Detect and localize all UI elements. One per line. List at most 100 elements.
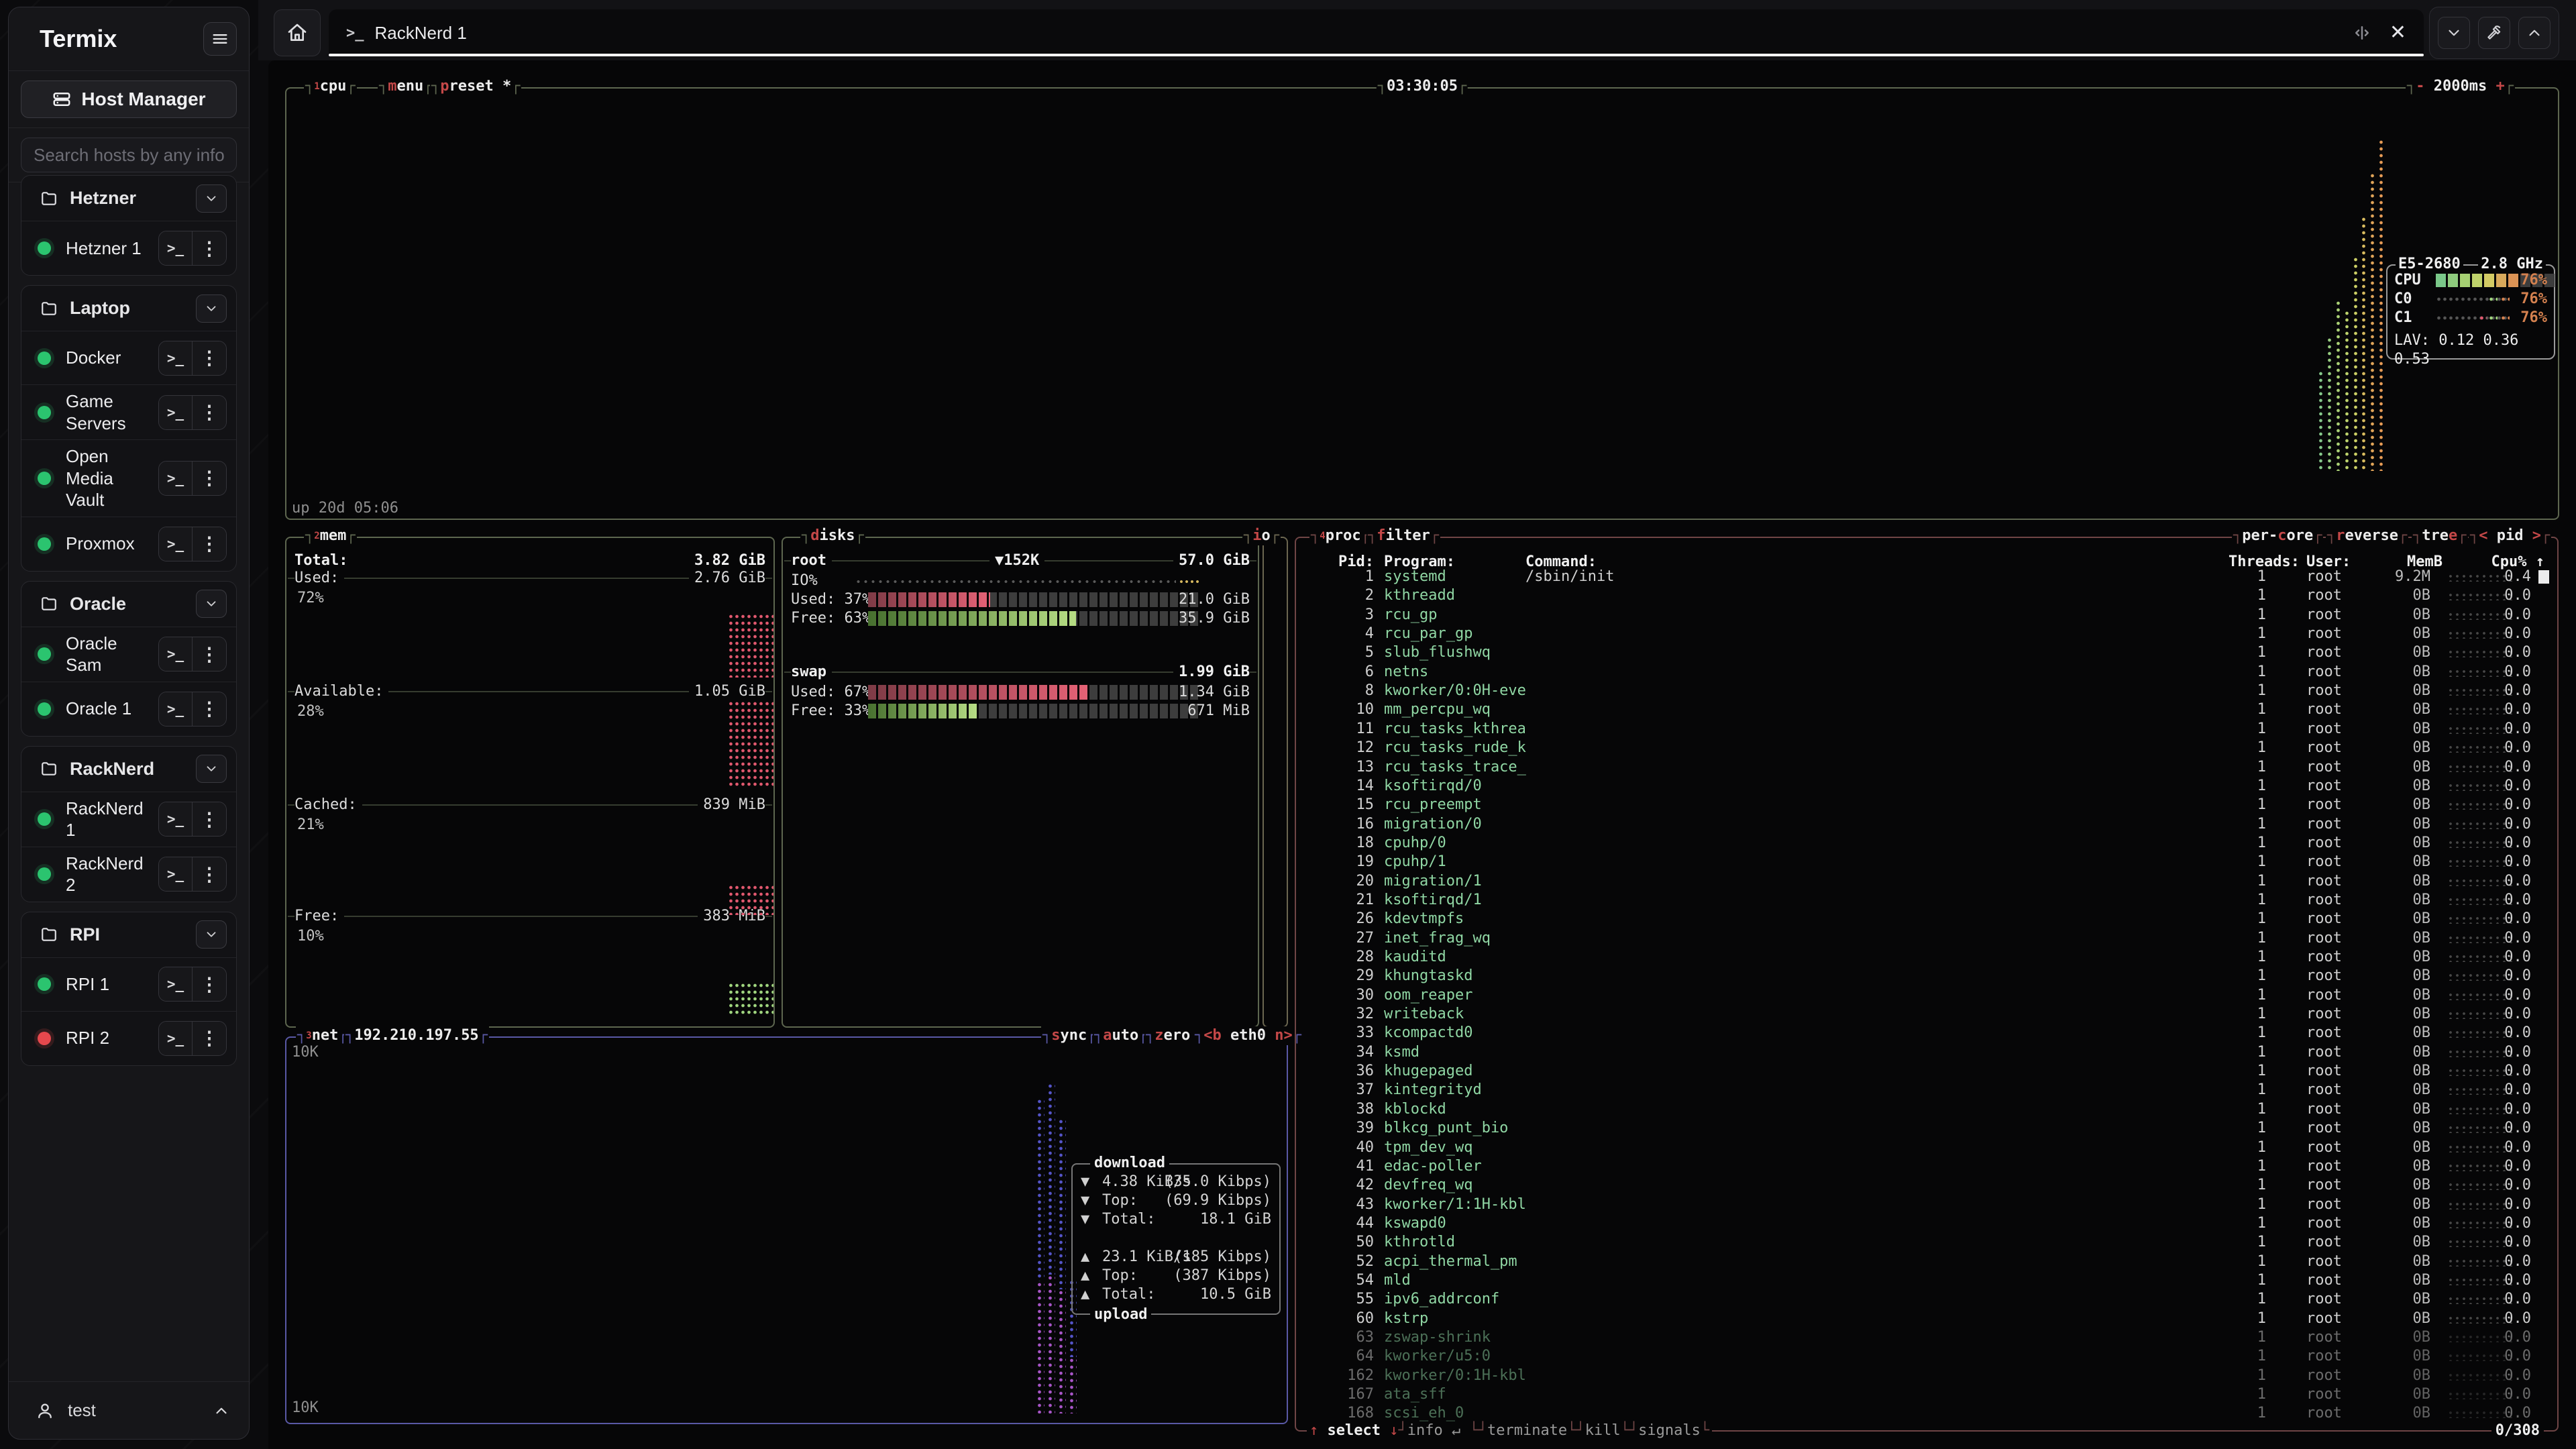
tools-button[interactable] (2478, 17, 2510, 49)
open-terminal-button[interactable]: >_ (159, 396, 193, 429)
process-row[interactable]: 29khungtaskd1root0B0.0 (1307, 967, 2546, 985)
kill-hint[interactable]: kill (1585, 1422, 1621, 1439)
open-terminal-button[interactable]: >_ (159, 527, 193, 561)
host-item-docker[interactable]: Docker>_⋮ (21, 331, 236, 385)
info-hint[interactable]: info (1407, 1422, 1443, 1439)
process-row[interactable]: 162kworker/0:1H-kbl1root0B0.0 (1307, 1366, 2546, 1385)
open-terminal-button[interactable]: >_ (159, 231, 193, 265)
host-item-rpi-1[interactable]: RPI 1>_⋮ (21, 958, 236, 1012)
host-item-racknerd-1[interactable]: RackNerd 1>_⋮ (21, 792, 236, 847)
host-options-button[interactable]: ⋮ (193, 967, 226, 1001)
process-row[interactable]: 54mld1root0B0.0 (1307, 1271, 2546, 1290)
process-row[interactable]: 28kauditd1root0B0.0 (1307, 948, 2546, 967)
process-row[interactable]: 39blkcg_punt_bio1root0B0.0 (1307, 1119, 2546, 1138)
group-collapse-button[interactable] (196, 184, 227, 213)
host-item-racknerd-2[interactable]: RackNerd 2>_⋮ (21, 847, 236, 902)
host-options-button[interactable]: ⋮ (193, 231, 226, 265)
process-row[interactable]: 15rcu_preempt1root0B0.0 (1307, 796, 2546, 814)
host-options-button[interactable]: ⋮ (193, 527, 226, 561)
process-row[interactable]: 36khugepaged1root0B0.0 (1307, 1062, 2546, 1081)
process-row[interactable]: 12rcu_tasks_rude_k1root0B0.0 (1307, 739, 2546, 757)
host-item-hetzner-1[interactable]: Hetzner 1>_⋮ (21, 221, 236, 275)
process-row[interactable]: 5slub_flushwq1root0B0.0 (1307, 643, 2546, 662)
open-terminal-button[interactable]: >_ (159, 341, 193, 375)
group-collapse-button[interactable] (196, 920, 227, 949)
group-collapse-button[interactable] (196, 294, 227, 323)
process-row[interactable]: 64kworker/u5:01root0B0.0 (1307, 1347, 2546, 1366)
process-row[interactable]: 4rcu_par_gp1root0B0.0 (1307, 625, 2546, 643)
host-item-game-servers[interactable]: Game Servers>_⋮ (21, 385, 236, 440)
increase-interval[interactable]: + (2496, 78, 2505, 95)
host-options-button[interactable]: ⋮ (193, 1022, 226, 1055)
process-row[interactable]: 55ipv6_addrconf1root0B0.0 (1307, 1290, 2546, 1309)
host-options-button[interactable]: ⋮ (193, 341, 226, 375)
tab-racknerd-1[interactable]: >_ RackNerd 1 ✕ (329, 9, 2424, 56)
process-row[interactable]: 19cpuhp/11root0B0.0 (1307, 853, 2546, 871)
open-terminal-button[interactable]: >_ (159, 857, 193, 891)
host-item-open-media-vault[interactable]: Open Media Vault>_⋮ (21, 440, 236, 517)
terminal-screen[interactable]: 1cpu menu preset * 03:30:05 - 2000ms + E… (268, 60, 2576, 1449)
close-tab-icon[interactable]: ✕ (2390, 23, 2406, 43)
open-terminal-button[interactable]: >_ (159, 967, 193, 1001)
open-terminal-button[interactable]: >_ (159, 462, 193, 495)
process-row[interactable]: 60kstrp1root0B0.0 (1307, 1309, 2546, 1328)
process-row[interactable]: 33kcompactd01root0B0.0 (1307, 1024, 2546, 1042)
net-sync-button[interactable]: sync (1041, 1026, 1097, 1045)
process-row[interactable]: 14ksoftirqd/01root0B0.0 (1307, 777, 2546, 796)
process-row[interactable]: 11rcu_tasks_kthrea1root0B0.0 (1307, 720, 2546, 739)
process-row[interactable]: 18cpuhp/01root0B0.0 (1307, 834, 2546, 853)
process-row[interactable]: 2kthreadd1root0B0.0 (1307, 586, 2546, 605)
sidebar-menu-button[interactable] (203, 22, 237, 56)
btop-menu-button[interactable]: menu (378, 77, 434, 96)
host-manager-button[interactable]: Host Manager (21, 80, 237, 118)
process-row[interactable]: 13rcu_tasks_trace_1root0B0.0 (1307, 758, 2546, 777)
net-zero-button[interactable]: zero (1144, 1026, 1201, 1045)
process-row[interactable]: 16migration/01root0B0.0 (1307, 815, 2546, 834)
net-interface-switcher[interactable]: <b eth0 n> (1193, 1026, 1303, 1045)
process-row[interactable]: 6netns1root0B0.0 (1307, 663, 2546, 682)
cpu-panel-title[interactable]: 1cpu (304, 77, 357, 96)
process-row[interactable]: 3rcu_gp1root0B0.0 (1307, 606, 2546, 625)
host-options-button[interactable]: ⋮ (193, 692, 226, 726)
net-auto-button[interactable]: auto (1093, 1026, 1149, 1045)
terminate-hint[interactable]: terminate (1487, 1422, 1567, 1439)
mem-panel-title[interactable]: 2mem (304, 527, 357, 545)
process-row[interactable]: 167ata_sff1root0B0.0 (1307, 1385, 2546, 1404)
host-item-oracle-sam[interactable]: Oracle Sam>_⋮ (21, 627, 236, 682)
host-options-button[interactable]: ⋮ (193, 857, 226, 891)
open-terminal-button[interactable]: >_ (159, 1022, 193, 1055)
user-menu[interactable]: test (9, 1381, 249, 1439)
process-row[interactable]: 10mm_percpu_wq1root0B0.0 (1307, 700, 2546, 719)
process-row[interactable]: 37kintegrityd1root0B0.0 (1307, 1081, 2546, 1099)
process-row[interactable]: 27inet_frag_wq1root0B0.0 (1307, 929, 2546, 948)
process-row[interactable]: 38kblockd1root0B0.0 (1307, 1100, 2546, 1119)
signals-hint[interactable]: signals (1638, 1422, 1701, 1439)
io-panel-title[interactable]: io (1242, 527, 1281, 545)
process-row[interactable]: 42devfreq_wq1root0B0.0 (1307, 1176, 2546, 1195)
host-options-button[interactable]: ⋮ (193, 802, 226, 836)
host-item-oracle-1[interactable]: Oracle 1>_⋮ (21, 682, 236, 736)
process-row[interactable]: 20migration/11root0B0.0 (1307, 872, 2546, 891)
host-item-rpi-2[interactable]: RPI 2>_⋮ (21, 1012, 236, 1065)
scroll-down-button[interactable] (2438, 17, 2470, 49)
process-row[interactable]: 44kswapd01root0B0.0 (1307, 1214, 2546, 1233)
process-row[interactable]: 8kworker/0:0H-eve1root0B0.0 (1307, 682, 2546, 700)
open-terminal-button[interactable]: >_ (159, 802, 193, 836)
process-row[interactable]: 50kthrotld1root0B0.0 (1307, 1233, 2546, 1252)
process-row[interactable]: 32writeback1root0B0.0 (1307, 1005, 2546, 1024)
process-row[interactable]: 40tpm_dev_wq1root0B0.0 (1307, 1138, 2546, 1157)
net-panel-title[interactable]: 3net (296, 1026, 349, 1045)
update-interval-control[interactable]: - 2000ms + (2406, 77, 2515, 96)
process-row[interactable]: 52acpi_thermal_pm1root0B0.0 (1307, 1252, 2546, 1271)
host-options-button[interactable]: ⋮ (193, 396, 226, 429)
decrease-interval[interactable]: - (2416, 78, 2424, 95)
host-item-proxmox[interactable]: Proxmox>_⋮ (21, 517, 236, 571)
group-collapse-button[interactable] (196, 590, 227, 618)
split-view-icon[interactable] (2352, 23, 2372, 43)
scroll-up-button[interactable] (2518, 17, 2551, 49)
btop-preset-button[interactable]: preset * (430, 77, 521, 96)
process-row[interactable]: 168scsi_eh_01root0B0.0 (1307, 1404, 2546, 1423)
process-row[interactable]: 34ksmd1root0B0.0 (1307, 1043, 2546, 1062)
process-row[interactable]: 1systemd/sbin/init1root9.2M0.4 (1307, 568, 2546, 586)
host-options-button[interactable]: ⋮ (193, 462, 226, 495)
